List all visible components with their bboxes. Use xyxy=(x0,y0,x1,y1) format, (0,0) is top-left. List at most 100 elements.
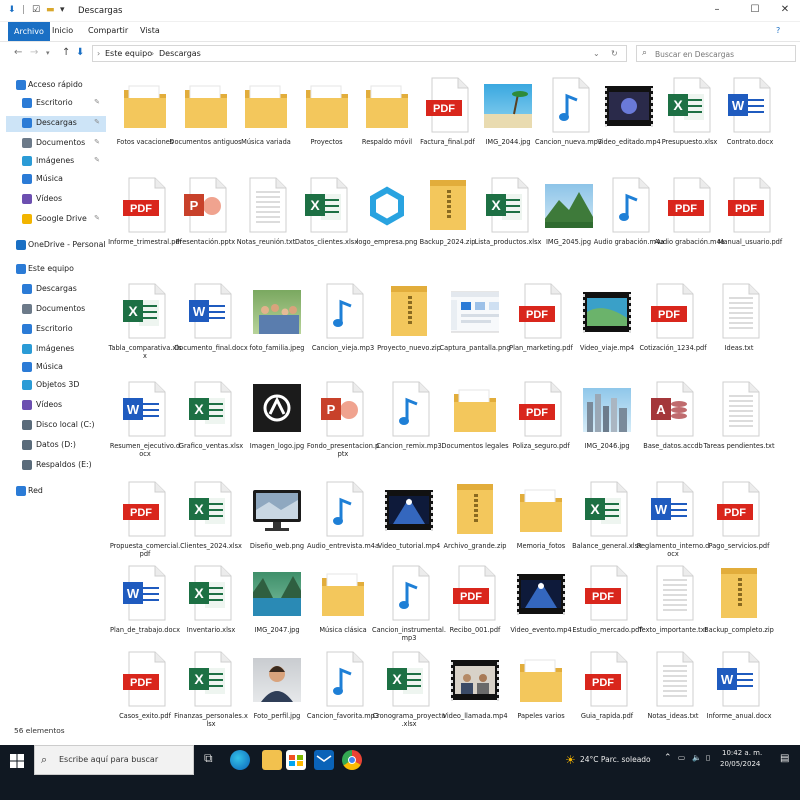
sidebar-item-objetos-3d[interactable]: Objetos 3D xyxy=(6,378,106,394)
file-item[interactable]: Video_llamada.mp4 xyxy=(442,650,508,736)
address-bar[interactable]: › Este equipo › Descargas ⌄ ↻ xyxy=(92,45,627,62)
file-item[interactable]: IMG_2047.jpg xyxy=(244,564,310,650)
tab-compartir[interactable]: Compartir xyxy=(88,26,128,35)
file-item[interactable]: X Finanzas_personales.xlsx xyxy=(174,650,248,736)
file-item[interactable]: Cancion_instrumental.mp3 xyxy=(372,564,446,650)
close-icon[interactable]: ✕ xyxy=(770,4,800,15)
sidebar-item-disco-local-c[interactable]: Disco local (C:) xyxy=(6,418,106,434)
file-item[interactable]: PDF Factura_final.pdf xyxy=(415,76,481,162)
file-item[interactable]: W Informe_anual.docx xyxy=(706,650,772,736)
sidebar-item-im-genes[interactable]: Imágenes xyxy=(6,342,106,358)
file-item[interactable]: Cancion_vieja.mp3 xyxy=(310,282,376,368)
windows-start-icon[interactable] xyxy=(10,753,24,768)
file-item[interactable]: Tareas pendientes.txt xyxy=(703,380,775,466)
sidebar-item-escritorio[interactable]: Escritorio ✎ xyxy=(6,96,106,112)
file-item[interactable]: Proyecto_nuevo.zip xyxy=(376,282,442,368)
folder-item[interactable]: Proyectos xyxy=(294,76,360,162)
sidebar-item-respaldos-e[interactable]: Respaldos (E:) xyxy=(6,458,106,474)
folder-item[interactable]: Música variada xyxy=(233,76,299,162)
file-item[interactable]: PDF Guia_rapida.pdf xyxy=(574,650,640,736)
sidebar-item-descargas[interactable]: Descargas xyxy=(6,282,106,298)
clock-date[interactable]: 20/05/2024 xyxy=(720,760,760,768)
help-icon[interactable]: ? xyxy=(776,26,780,35)
recent-locations-icon[interactable]: ▾ xyxy=(46,49,50,57)
file-item[interactable]: PDF Audio grabación.m4a xyxy=(654,176,725,262)
file-item[interactable]: X Cronograma_proyecto.xlsx xyxy=(372,650,446,736)
file-item[interactable]: P Presentación.pptx xyxy=(173,176,239,262)
file-item[interactable]: Backup_completo.zip xyxy=(704,564,774,650)
file-item[interactable]: X Inventario.xlsx xyxy=(178,564,244,650)
sidebar-item-documentos[interactable]: Documentos xyxy=(6,302,106,318)
file-item[interactable]: PDF Pago_servicios.pdf xyxy=(706,480,772,566)
minimize-icon[interactable]: – xyxy=(702,4,732,15)
sidebar-item-documentos[interactable]: Documentos ✎ xyxy=(6,136,106,152)
file-item[interactable]: P Fondo_presentacion.pptx xyxy=(307,380,379,466)
file-item[interactable]: Notas_reunión.txt xyxy=(233,176,299,262)
sidebar-item-red[interactable]: Red xyxy=(6,484,106,500)
sidebar-item-datos-d[interactable]: Datos (D:) xyxy=(6,438,106,454)
task-view-icon[interactable]: ⧉ xyxy=(204,751,213,766)
file-item[interactable]: Video_viaje.mp4 xyxy=(574,282,640,368)
file-item[interactable]: W Documento_final.docx xyxy=(174,282,248,368)
sidebar-item-m-sica[interactable]: Música xyxy=(6,360,106,376)
file-item[interactable]: X Balance_general.xlsx xyxy=(572,480,642,566)
file-item[interactable]: X Grafico_ventas.xlsx xyxy=(178,380,244,466)
maximize-icon[interactable]: ☐ xyxy=(740,4,770,15)
store-icon[interactable] xyxy=(286,750,306,770)
file-item[interactable]: X Presupuesto.xlsx xyxy=(657,76,723,162)
mail-icon[interactable] xyxy=(314,750,334,770)
file-item[interactable]: Notas_ideas.txt xyxy=(640,650,706,736)
clock-time[interactable]: 10:42 a. m. xyxy=(722,749,762,757)
network-status-icon[interactable]: ▭ xyxy=(678,753,685,762)
file-item[interactable]: Audio_entrevista.m4a xyxy=(307,480,379,566)
file-item[interactable]: IMG_2044.jpg xyxy=(475,76,541,162)
folder-item[interactable]: Papeles varios xyxy=(508,650,574,736)
tray-overflow-icon[interactable]: ⌃ xyxy=(664,753,672,763)
back-icon[interactable]: ← xyxy=(14,47,22,58)
folder-item[interactable]: Música clásica xyxy=(310,564,376,650)
file-item[interactable]: Video_tutorial.mp4 xyxy=(376,480,442,566)
file-item[interactable]: Texto_importante.txt xyxy=(639,564,707,650)
up-icon[interactable]: ↑ xyxy=(62,47,70,58)
file-item[interactable]: Archivo_grande.zip xyxy=(442,480,508,566)
folder-item[interactable]: Documentos legales xyxy=(441,380,509,466)
address-dropdown-icon[interactable]: ⌄ xyxy=(593,49,600,58)
notifications-icon[interactable]: ▤ xyxy=(780,753,789,764)
file-item[interactable]: PDF Propuesta_comercial.pdf xyxy=(110,480,180,566)
sidebar-item-este-equipo[interactable]: Este equipo xyxy=(6,262,106,278)
file-item[interactable]: X Datos_clientes.xlsx xyxy=(294,176,360,262)
folder-item[interactable]: Fotos vacaciones xyxy=(112,76,178,162)
taskbar-search-box[interactable]: ⌕ Escribe aquí para buscar xyxy=(34,745,194,775)
file-item[interactable]: W Contrato.docx xyxy=(717,76,783,162)
customize-toolbar-icon[interactable]: ▾ xyxy=(60,5,65,15)
sidebar-item-m-sica[interactable]: Música xyxy=(6,172,106,188)
file-item[interactable]: Audio grabación.m4a xyxy=(594,176,664,262)
file-item[interactable]: PDF Manual_usuario.pdf xyxy=(717,176,783,262)
file-item[interactable]: W Plan_de_trabajo.docx xyxy=(110,564,180,650)
file-item[interactable]: W Reglamento_interno.docx xyxy=(637,480,709,566)
file-item[interactable]: Backup_2024.zip xyxy=(415,176,481,262)
file-item[interactable]: A Base_datos.accdb xyxy=(640,380,706,466)
sidebar-item-descargas[interactable]: Descargas ✎ xyxy=(6,116,106,132)
sidebar-item-escritorio[interactable]: Escritorio xyxy=(6,322,106,338)
file-item[interactable]: Cancion_favorita.mp3 xyxy=(307,650,379,736)
file-item[interactable]: Cancion_remix.mp3 xyxy=(376,380,442,466)
volume-icon[interactable]: 🔈 xyxy=(692,753,701,762)
file-item[interactable]: X Tabla_comparativa.xlsx xyxy=(108,282,182,368)
file-explorer-icon[interactable] xyxy=(262,750,282,770)
file-item[interactable]: Captura_pantalla.png xyxy=(439,282,511,368)
search-input[interactable]: Buscar en Descargas xyxy=(655,50,734,59)
file-item[interactable]: Diseño_web.png xyxy=(244,480,310,566)
file-item[interactable]: PDF Plan_marketing.pdf xyxy=(508,282,574,368)
file-item[interactable]: Foto_perfil.jpg xyxy=(244,650,310,736)
sidebar-item-v-deos[interactable]: Vídeos xyxy=(6,192,106,208)
refresh-icon[interactable]: ↻ xyxy=(611,49,618,58)
file-item[interactable]: Video_editado.mp4 xyxy=(596,76,662,162)
new-folder-icon[interactable]: ▬ xyxy=(46,5,55,15)
file-item[interactable]: W Resumen_ejecutivo.docx xyxy=(110,380,180,466)
file-item[interactable]: PDF Poliza_seguro.pdf xyxy=(508,380,574,466)
sidebar-item-v-deos[interactable]: Vídeos xyxy=(6,398,106,414)
search-box[interactable]: ⌕ Buscar en Descargas xyxy=(636,45,796,62)
file-item[interactable]: Ideas.txt xyxy=(706,282,772,368)
tab-vista[interactable]: Vista xyxy=(140,26,160,35)
